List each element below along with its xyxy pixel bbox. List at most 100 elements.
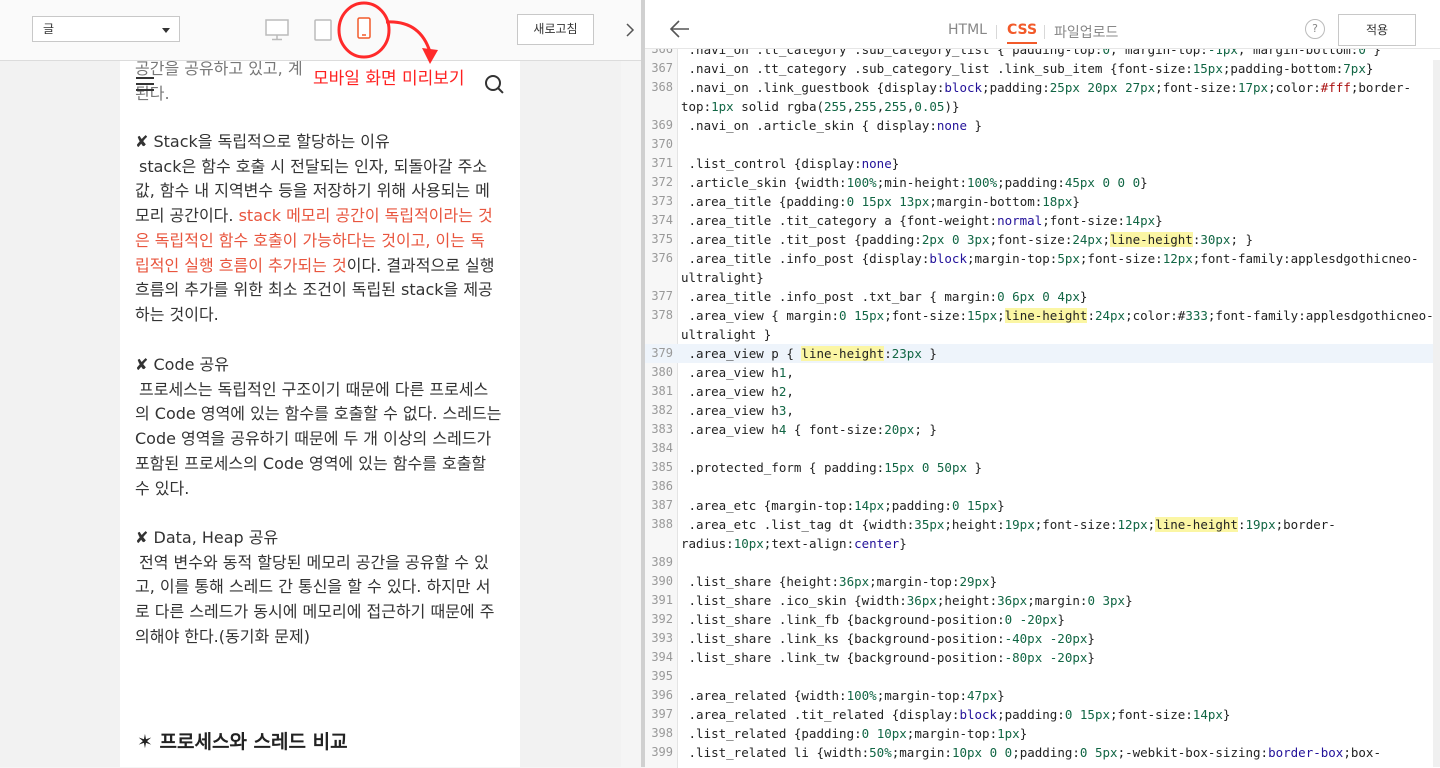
editor-scrollbar[interactable] [1433,60,1440,767]
code-line[interactable]: ultralight } [645,325,1440,344]
code-line[interactable]: 394 .list_share .link_tw {background-pos… [645,648,1440,667]
code-line[interactable]: 386 [645,477,1440,496]
code-line[interactable]: 376 .area_title .info_post {display:bloc… [645,249,1440,268]
apply-button[interactable]: 적용 [1338,14,1416,46]
code-line[interactable]: 388 .area_etc .list_tag dt {width:35px;h… [645,515,1440,534]
code-line[interactable]: 384 [645,439,1440,458]
paragraph-line: Code 영역을 공유하기 때문에 두 개 이상의 스레드가 [135,429,492,449]
select-value: 글 [43,22,55,36]
paragraph-line: 의 Code 영역에 있는 함수를 호출할 수 없다. 스레드는 [135,404,502,424]
code-text: .protected_form { padding:15px 0 50px } [681,460,983,475]
code-line[interactable]: 373 .area_title {padding:0 15px 13px;mar… [645,192,1440,211]
code-text: .article_skin {width:100%;min-height:100… [681,175,1148,190]
code-line[interactable]: 393 .list_share .link_ks {background-pos… [645,629,1440,648]
code-text: .navi_on .article_skin { display:none } [681,118,983,133]
code-line[interactable]: 371 .list_control {display:none} [645,154,1440,173]
code-text: .navi_on .tt_category .sub_category_list… [681,61,1374,76]
help-icon[interactable]: ? [1305,19,1325,39]
code-text: .area_related {width:100%;margin-top:47p… [681,688,1005,703]
code-line[interactable]: 391 .list_share .ico_skin {width:36px;he… [645,591,1440,610]
code-line[interactable]: 380 .area_view h1, [645,363,1440,382]
line-number: 366 [651,48,673,56]
hamburger-menu-icon[interactable] [136,76,154,92]
code-editor-pane: HTML CSS 파일업로드 ? 적용 366 .navi_on .tt_cat… [645,0,1440,768]
code-text: .area_view h3, [681,403,794,418]
line-number: 367 [651,61,673,75]
code-line[interactable]: 396 .area_related {width:100%;margin-top… [645,686,1440,705]
code-line[interactable]: 368 .navi_on .link_guestbook {display:bl… [645,78,1440,97]
css-code-editor[interactable]: 366 .navi_on .tt_category .sub_category_… [645,48,1440,768]
line-number: 381 [651,384,673,398]
code-line[interactable]: 381 .area_view h2, [645,382,1440,401]
paragraph-text: 이다. 결과적으로 실행 [346,255,495,275]
code-line[interactable]: 378 .area_view { margin:0 15px;font-size… [645,306,1440,325]
code-line[interactable]: radius:10px;text-align:center} [645,534,1440,553]
tab-css[interactable]: CSS [1007,22,1038,44]
paragraph-line: 모리 공간이다. stack 메모리 공간이 독립적이라는 것 [135,204,507,229]
code-line[interactable]: top:1px solid rgba(255,255,255,0.05)} [645,97,1440,116]
search-icon[interactable] [485,75,505,95]
paragraph-line: 수 있다. [135,478,190,498]
code-line[interactable]: 367 .navi_on .tt_category .sub_category_… [645,59,1440,78]
line-number: 382 [651,403,673,417]
tab-html[interactable]: HTML [948,22,987,38]
code-line[interactable]: 375 .area_title .tit_post {padding:2px 0… [645,230,1440,249]
code-line[interactable]: 370 [645,135,1440,154]
code-line[interactable]: 390 .list_share {height:36px;margin-top:… [645,572,1440,591]
code-text: ultralight} [681,270,764,285]
line-number: 387 [651,498,673,512]
code-line[interactable]: 383 .area_view h4 { font-size:20px; } [645,420,1440,439]
preview-heading: ✶ 프로세스와 스레드 비교 [137,731,348,753]
tab-separator [1044,25,1045,39]
tab-file-upload[interactable]: 파일업로드 [1054,22,1118,42]
code-text: .area_view h4 { font-size:20px; } [681,422,937,437]
mobile-preview-annotation: 모바일 화면 미리보기 [313,69,465,89]
code-line[interactable]: 389 [645,553,1440,572]
mobile-preview: 공간을 공유하고 있고, 계 된다. ✘ Stack을 독립적으로 할당하는 이… [120,61,520,767]
code-line[interactable]: 372 .article_skin {width:100%;min-height… [645,173,1440,192]
code-line[interactable]: 369 .navi_on .article_skin { display:non… [645,116,1440,135]
chevron-right-icon [626,23,635,37]
code-line[interactable]: 398 .list_related {padding:0 10px;margin… [645,724,1440,743]
code-text: .area_etc {margin-top:14px;padding:0 15p… [681,498,1005,513]
section-stack: ✘ Stack을 독립적으로 할당하는 이유 stack은 함수 호출 시 전달… [135,130,507,328]
code-text: .area_view h2, [681,384,794,399]
code-line[interactable]: 377 .area_title .info_post .txt_bar { ma… [645,287,1440,306]
code-text: .list_related li {width:50%;margin:10px … [681,745,1381,760]
code-line[interactable]: 366 .navi_on .tt_category .sub_category_… [645,48,1440,59]
code-line[interactable]: 374 .area_title .tit_category a {font-we… [645,211,1440,230]
section-data-heap: ✘ Data, Heap 공유 전역 변수와 동적 할당된 메모리 공간을 공유… [135,526,507,650]
desktop-icon[interactable] [265,19,289,45]
code-line[interactable]: 379 .area_view p { line-height:23px } [645,344,1440,363]
section-code: ✘ Code 공유 프로세스는 독립적인 구조이기 때문에 다른 프로세스 의 … [135,353,507,501]
code-line[interactable]: 385 .protected_form { padding:15px 0 50p… [645,458,1440,477]
highlight-line: 은 독립적인 함수 호출이 가능하다는 것이고, 이는 독 [135,230,485,250]
line-number: 391 [651,593,673,607]
code-text: radius:10px;text-align:center} [681,536,907,551]
post-type-select[interactable]: 글 [32,16,180,42]
paragraph-line: 프로세스는 독립적인 구조이기 때문에 다른 프로세스 [139,379,489,399]
code-line[interactable]: 397 .area_related .tit_related {display:… [645,705,1440,724]
section-title: ✘ Code 공유 [135,355,229,374]
code-text: .list_share .link_tw {background-positio… [681,650,1095,665]
refresh-button[interactable]: 새로고침 [517,14,594,45]
highlight-text: stack 메모리 공간이 독립적이라는 것 [238,206,493,226]
line-number: 385 [651,460,673,474]
code-line[interactable]: 399 .list_related li {width:50%;margin:1… [645,743,1440,762]
line-number: 371 [651,156,673,170]
code-line[interactable]: 382 .area_view h3, [645,401,1440,420]
line-number: 396 [651,688,673,702]
code-text: .area_title {padding:0 15px 13px;margin-… [681,194,1080,209]
line-number: 399 [651,745,673,759]
code-line[interactable]: ultralight} [645,268,1440,287]
line-number: 397 [651,707,673,721]
collapse-toggle[interactable] [621,0,641,61]
back-arrow-icon[interactable] [669,19,691,43]
paragraph-line: 의해야 한다.(동기화 문제) [135,626,310,646]
code-line[interactable]: 387 .area_etc {margin-top:14px;padding:0… [645,496,1440,515]
paragraph-line: 립적인 실행 흐름이 추가되는 것이다. 결과적으로 실행 [135,254,507,279]
code-text: top:1px solid rgba(255,255,255,0.05)} [681,99,960,114]
code-text: .area_title .info_post {display:block;ma… [681,251,1419,266]
code-line[interactable]: 395 [645,667,1440,686]
code-line[interactable]: 392 .list_share .link_fb {background-pos… [645,610,1440,629]
